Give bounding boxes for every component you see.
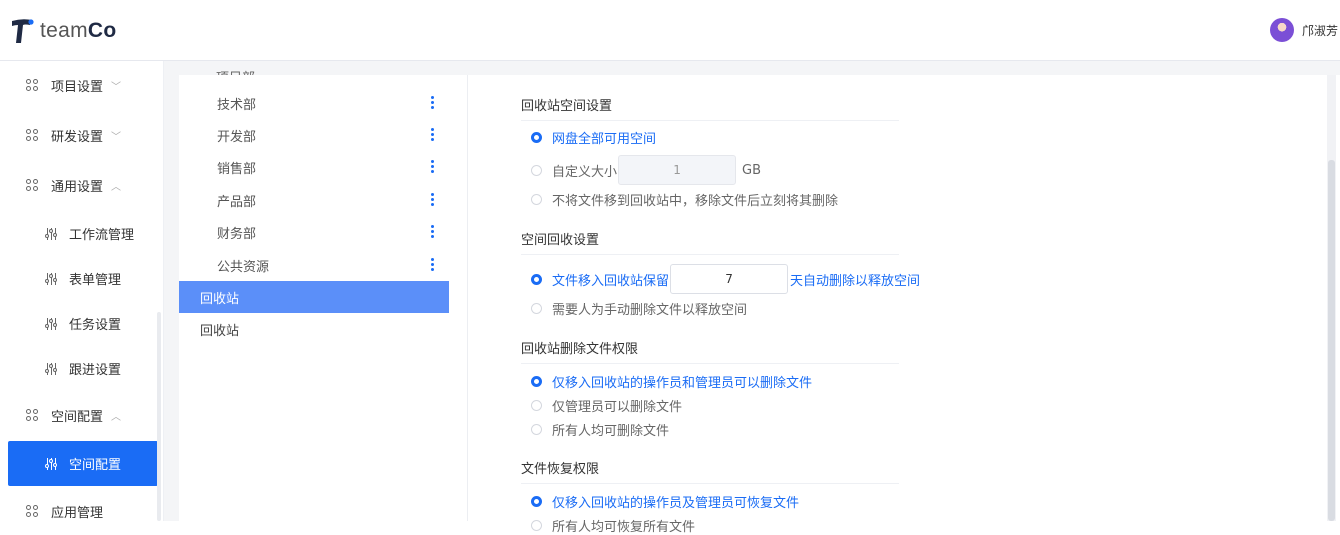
recycle-bin-item[interactable]: 回收站 bbox=[179, 313, 449, 345]
sidebar-scrollbar[interactable] bbox=[157, 312, 161, 521]
content-frame-top bbox=[164, 61, 1340, 75]
radio-unchecked-icon[interactable] bbox=[531, 164, 542, 176]
dept-item-product[interactable]: 产品部 bbox=[179, 184, 449, 216]
sidebar-subitem-workflow[interactable]: 工作流管理 bbox=[0, 211, 158, 256]
dept-item-finance[interactable]: 财务部 bbox=[179, 216, 449, 248]
grid-icon bbox=[26, 129, 39, 142]
more-vertical-icon[interactable] bbox=[431, 128, 434, 141]
user-menu[interactable]: 邝淑芳 bbox=[1270, 18, 1340, 42]
chevron-down-icon: ﹀ bbox=[111, 132, 122, 143]
more-vertical-icon[interactable] bbox=[431, 193, 434, 206]
tune-icon bbox=[45, 227, 59, 240]
sidebar-subitem-label: 任务设置 bbox=[69, 318, 122, 333]
size-unit: GB bbox=[742, 162, 762, 178]
dept-item-public[interactable]: 公共资源 bbox=[179, 249, 449, 281]
logo-mark-icon bbox=[12, 19, 34, 43]
more-vertical-icon[interactable] bbox=[431, 258, 434, 271]
user-name[interactable]: 邝淑芳 bbox=[1302, 22, 1340, 39]
radio-checked-icon[interactable] bbox=[531, 495, 542, 507]
sidebar: 项目设置 ﹀ 研发设置 ﹀ 通用设置 ︿ 工作流管理 表单管理 任务设置 跟进设… bbox=[0, 61, 164, 521]
tune-icon bbox=[45, 317, 59, 330]
department-list: 技术部 开发部 销售部 产品部 财务部 公共资源 回收站 回收站 bbox=[179, 75, 449, 521]
dept-item-tech[interactable]: 技术部 bbox=[179, 87, 449, 119]
radio-checked-icon[interactable] bbox=[531, 131, 542, 143]
radio-unchecked-icon[interactable] bbox=[531, 423, 542, 435]
sidebar-item-label: 项目设置 bbox=[51, 80, 104, 95]
sidebar-subitem-followup-settings[interactable]: 跟进设置 bbox=[0, 346, 158, 391]
dept-item-sales[interactable]: 销售部 bbox=[179, 151, 449, 183]
sidebar-item-space-config[interactable]: 空间配置 ︿ bbox=[0, 393, 158, 438]
sidebar-item-project-settings[interactable]: 项目设置 ﹀ bbox=[0, 63, 158, 108]
grid-icon bbox=[26, 409, 39, 422]
radio-restore-all[interactable]: 所有人均可恢复所有文件 bbox=[531, 515, 695, 535]
section-title-restore-perm: 文件恢复权限 bbox=[521, 458, 899, 484]
chevron-down-icon: ﹀ bbox=[111, 82, 122, 93]
radio-unchecked-icon[interactable] bbox=[531, 302, 542, 314]
radio-restore-mover-admin[interactable]: 仅移入回收站的操作员及管理员可恢复文件 bbox=[531, 491, 799, 511]
radio-space-all[interactable]: 网盘全部可用空间 bbox=[531, 127, 656, 147]
radio-unchecked-icon[interactable] bbox=[531, 193, 542, 205]
logo-text: teamCo bbox=[40, 19, 117, 42]
radio-space-custom[interactable]: 自定义大小 1 GB bbox=[531, 155, 762, 185]
dept-cut-label: 项目部 bbox=[216, 61, 276, 75]
content-frame-left bbox=[164, 61, 179, 521]
sidebar-subitem-label: 空间配置 bbox=[69, 458, 122, 473]
grid-icon bbox=[26, 179, 39, 192]
avatar[interactable] bbox=[1270, 18, 1294, 42]
recycle-bin-item-selected[interactable]: 回收站 bbox=[179, 281, 449, 313]
chevron-up-icon: ︿ bbox=[111, 182, 122, 193]
content-scrollbar[interactable] bbox=[1327, 75, 1336, 521]
radio-checked-icon[interactable] bbox=[531, 273, 542, 285]
dept-item-dev[interactable]: 开发部 bbox=[179, 119, 449, 151]
section-title-space: 回收站空间设置 bbox=[521, 95, 899, 121]
tune-icon bbox=[45, 457, 59, 470]
sidebar-item-label: 应用管理 bbox=[51, 506, 104, 521]
keep-days-input[interactable]: 7 bbox=[670, 264, 789, 294]
radio-checked-icon[interactable] bbox=[531, 375, 542, 387]
grid-icon bbox=[26, 79, 39, 92]
sidebar-item-dev-settings[interactable]: 研发设置 ﹀ bbox=[0, 113, 158, 158]
radio-delete-all[interactable]: 所有人均可删除文件 bbox=[531, 419, 669, 439]
radio-unchecked-icon[interactable] bbox=[531, 519, 542, 531]
sidebar-subitem-space-config[interactable]: 空间配置 bbox=[8, 441, 158, 486]
recycle-settings-panel: 回收站空间设置 网盘全部可用空间 自定义大小 1 GB 不将文件移到回收站中，移… bbox=[521, 75, 1311, 535]
tune-icon bbox=[45, 272, 59, 285]
sidebar-subitem-label: 跟进设置 bbox=[69, 363, 122, 378]
section-title-reclaim: 空间回收设置 bbox=[521, 229, 899, 255]
radio-space-none[interactable]: 不将文件移到回收站中，移除文件后立刻将其删除 bbox=[531, 189, 838, 209]
sidebar-subitem-forms[interactable]: 表单管理 bbox=[0, 256, 158, 301]
radio-reclaim-keep[interactable]: 文件移入回收站保留 7 天自动删除以释放空间 bbox=[531, 264, 920, 294]
teamco-logo[interactable]: teamCo bbox=[10, 16, 116, 46]
sidebar-subitem-task-settings[interactable]: 任务设置 bbox=[0, 301, 158, 346]
more-vertical-icon[interactable] bbox=[431, 225, 434, 238]
radio-delete-mover-admin[interactable]: 仅移入回收站的操作员和管理员可以删除文件 bbox=[531, 371, 812, 391]
grid-icon bbox=[26, 505, 39, 518]
more-vertical-icon[interactable] bbox=[431, 96, 434, 109]
more-vertical-icon[interactable] bbox=[431, 160, 434, 173]
radio-reclaim-manual[interactable]: 需要人为手动删除文件以释放空间 bbox=[531, 298, 747, 318]
pane-divider bbox=[467, 75, 468, 521]
tune-icon bbox=[45, 362, 59, 375]
sidebar-subitem-label: 工作流管理 bbox=[69, 228, 135, 243]
scrollbar-thumb[interactable] bbox=[1328, 160, 1335, 521]
sidebar-item-general-settings[interactable]: 通用设置 ︿ bbox=[0, 163, 158, 208]
sidebar-item-label: 通用设置 bbox=[51, 180, 104, 195]
radio-delete-admin[interactable]: 仅管理员可以删除文件 bbox=[531, 395, 682, 415]
sidebar-item-label: 空间配置 bbox=[51, 410, 104, 425]
sidebar-item-app-management[interactable]: 应用管理 bbox=[0, 489, 158, 534]
section-title-delete-perm: 回收站删除文件权限 bbox=[521, 338, 899, 364]
sidebar-subitem-label: 表单管理 bbox=[69, 273, 122, 288]
custom-size-input[interactable]: 1 bbox=[618, 155, 737, 185]
top-bar: teamCo 邝淑芳 bbox=[0, 0, 1340, 61]
chevron-up-icon: ︿ bbox=[111, 412, 122, 423]
sidebar-item-label: 研发设置 bbox=[51, 130, 104, 145]
radio-unchecked-icon[interactable] bbox=[531, 399, 542, 411]
